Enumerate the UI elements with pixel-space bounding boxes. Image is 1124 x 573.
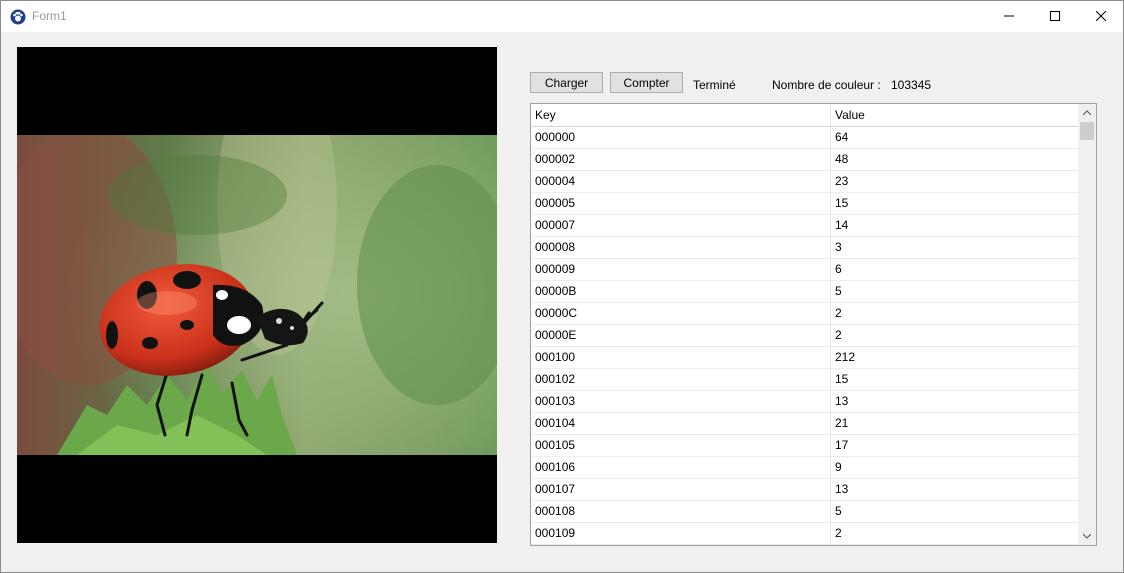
cell-key[interactable]: 000109 — [531, 523, 831, 544]
table-row[interactable]: 00000E 2 — [531, 325, 1078, 347]
table-row[interactable]: 000100 212 — [531, 347, 1078, 369]
data-grid[interactable]: Key Value 000000 64 000002 48 000004 23 000005… — [530, 103, 1097, 546]
table-row[interactable]: 00000B 5 — [531, 281, 1078, 303]
close-icon — [1096, 11, 1106, 21]
cell-key[interactable]: 000108 — [531, 501, 831, 522]
count-button[interactable]: Compter — [610, 72, 683, 93]
cell-key[interactable]: 000009 — [531, 259, 831, 280]
cell-value[interactable]: 64 — [831, 127, 1078, 148]
cell-value[interactable]: 3 — [831, 237, 1078, 258]
table-row[interactable]: 000008 3 — [531, 237, 1078, 259]
cell-key[interactable]: 000107 — [531, 479, 831, 500]
grid-rows: 000000 64 000002 48 000004 23 000005 15 000007 14… — [531, 127, 1078, 545]
table-row[interactable]: 000005 15 — [531, 193, 1078, 215]
cell-key[interactable]: 00000C — [531, 303, 831, 324]
cell-key[interactable]: 000100 — [531, 347, 831, 368]
table-row[interactable]: 000108 5 — [531, 501, 1078, 523]
load-button[interactable]: Charger — [530, 72, 603, 93]
cell-key[interactable]: 000008 — [531, 237, 831, 258]
cell-value[interactable]: 2 — [831, 325, 1078, 346]
table-row[interactable]: 000107 13 — [531, 479, 1078, 501]
minimize-button[interactable] — [986, 1, 1032, 32]
cell-value[interactable]: 21 — [831, 413, 1078, 434]
cell-value[interactable]: 2 — [831, 303, 1078, 324]
cell-key[interactable]: 000004 — [531, 171, 831, 192]
table-row[interactable]: 000009 6 — [531, 259, 1078, 281]
table-row[interactable]: 000103 13 — [531, 391, 1078, 413]
title-bar[interactable]: Form1 — [1, 1, 1123, 32]
grid-header: Key Value — [531, 104, 1078, 127]
vertical-scrollbar[interactable] — [1078, 104, 1096, 545]
scroll-thumb[interactable] — [1080, 122, 1094, 140]
cell-value[interactable]: 13 — [831, 391, 1078, 412]
cell-key[interactable]: 000105 — [531, 435, 831, 456]
table-row[interactable]: 000104 21 — [531, 413, 1078, 435]
table-row[interactable]: 000109 2 — [531, 523, 1078, 545]
cell-key[interactable]: 000102 — [531, 369, 831, 390]
maximize-icon — [1050, 11, 1060, 21]
table-row[interactable]: 000002 48 — [531, 149, 1078, 171]
cell-value[interactable]: 23 — [831, 171, 1078, 192]
cell-key[interactable]: 000104 — [531, 413, 831, 434]
table-row[interactable]: 000007 14 — [531, 215, 1078, 237]
cell-key[interactable]: 000103 — [531, 391, 831, 412]
cell-value[interactable]: 6 — [831, 259, 1078, 280]
table-row[interactable]: 00000C 2 — [531, 303, 1078, 325]
cell-value[interactable]: 48 — [831, 149, 1078, 170]
table-row[interactable]: 000102 15 — [531, 369, 1078, 391]
status-label: Terminé — [693, 78, 736, 92]
table-row[interactable]: 000004 23 — [531, 171, 1078, 193]
cell-key[interactable]: 00000E — [531, 325, 831, 346]
cell-key[interactable]: 000005 — [531, 193, 831, 214]
picture-box — [17, 47, 497, 543]
table-row[interactable]: 000000 64 — [531, 127, 1078, 149]
scroll-down-button[interactable] — [1078, 528, 1096, 545]
scroll-up-button[interactable] — [1078, 104, 1096, 121]
ladybug-photo — [17, 135, 497, 455]
cell-value[interactable]: 5 — [831, 501, 1078, 522]
maximize-button[interactable] — [1032, 1, 1078, 32]
table-row[interactable]: 000105 17 — [531, 435, 1078, 457]
cell-key[interactable]: 00000B — [531, 281, 831, 302]
column-header-key[interactable]: Key — [531, 104, 831, 126]
cell-value[interactable]: 15 — [831, 193, 1078, 214]
cell-value[interactable]: 17 — [831, 435, 1078, 456]
cell-value[interactable]: 15 — [831, 369, 1078, 390]
close-button[interactable] — [1078, 1, 1124, 32]
cell-value[interactable]: 9 — [831, 457, 1078, 478]
cell-value[interactable]: 2 — [831, 523, 1078, 544]
chevron-down-icon — [1083, 534, 1091, 539]
column-header-value[interactable]: Value — [831, 104, 1078, 126]
minimize-icon — [1004, 15, 1014, 17]
cell-key[interactable]: 000000 — [531, 127, 831, 148]
cell-key[interactable]: 000007 — [531, 215, 831, 236]
cell-value[interactable]: 212 — [831, 347, 1078, 368]
table-row[interactable]: 000106 9 — [531, 457, 1078, 479]
cell-value[interactable]: 5 — [831, 281, 1078, 302]
window-title: Form1 — [32, 9, 67, 23]
cell-value[interactable]: 13 — [831, 479, 1078, 500]
chevron-up-icon — [1083, 110, 1091, 115]
color-count-caption: Nombre de couleur : — [772, 78, 881, 92]
cell-key[interactable]: 000106 — [531, 457, 831, 478]
cell-value[interactable]: 14 — [831, 215, 1078, 236]
color-count-value: 103345 — [891, 78, 932, 92]
paw-icon — [10, 9, 26, 25]
cell-key[interactable]: 000002 — [531, 149, 831, 170]
